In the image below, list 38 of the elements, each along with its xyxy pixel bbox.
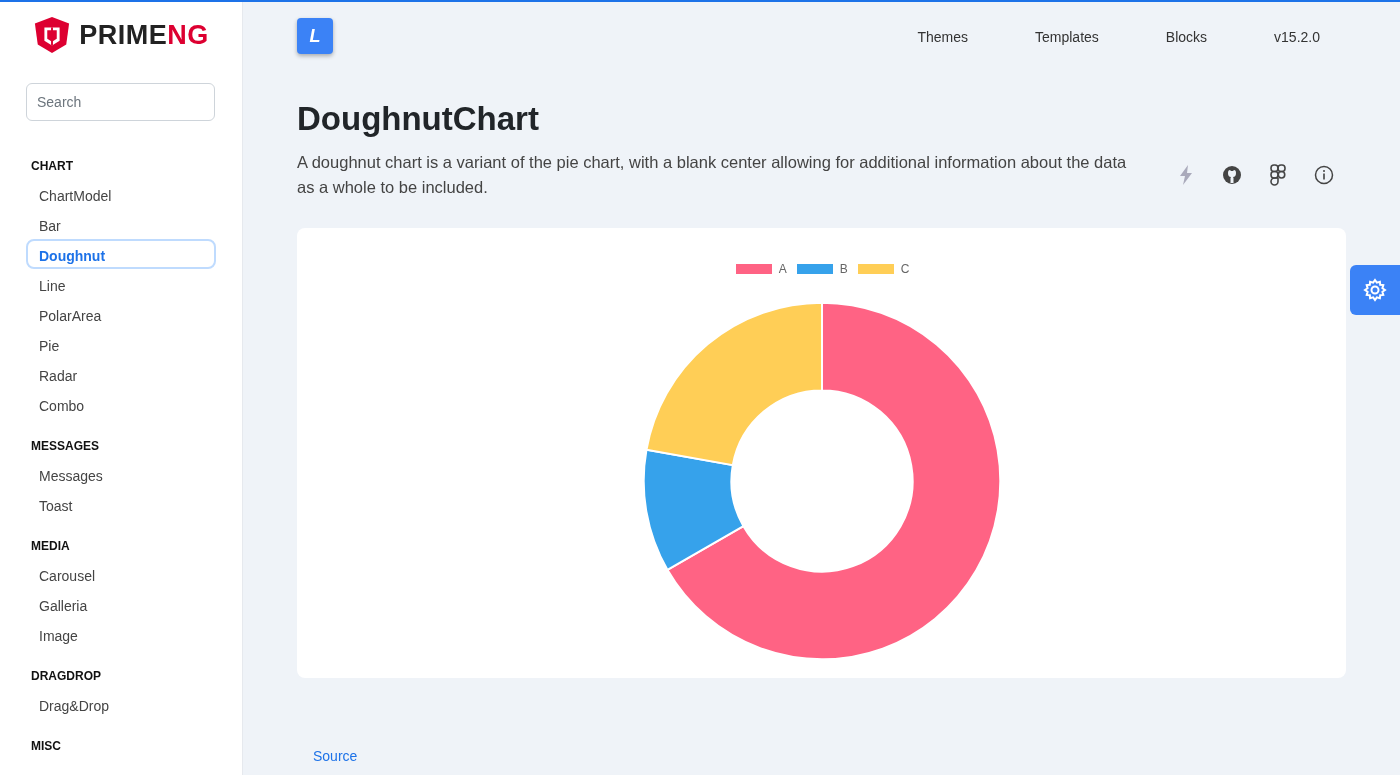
nav-item[interactable]: Drag&Drop	[26, 689, 216, 719]
nav-item[interactable]: Toast	[26, 489, 216, 519]
source-link[interactable]: Source	[313, 748, 1346, 764]
nav-item[interactable]: Messages	[26, 459, 216, 489]
search-field[interactable]: Search	[26, 83, 215, 121]
logo-text: PRIMENG	[79, 19, 209, 51]
section-heading: DRAGDROP	[30, 668, 102, 685]
legend-label: C	[900, 262, 910, 276]
section-heading: MEDIA	[30, 538, 71, 555]
nav-item[interactable]: Doughnut	[26, 239, 216, 269]
logo[interactable]: PRIMENG	[26, 14, 216, 56]
legend-label: B	[839, 262, 848, 276]
topbar-link[interactable]: v15.2.0	[1207, 29, 1320, 45]
page-title: DoughnutChart	[297, 100, 540, 138]
nav-item[interactable]: ChartModel	[26, 179, 216, 209]
nav-item[interactable]: Line	[26, 269, 216, 299]
info-icon[interactable]	[1314, 165, 1334, 185]
nav-item[interactable]: PolarArea	[26, 299, 216, 329]
nav-item[interactable]: Pie	[26, 329, 216, 359]
nav-item[interactable]: Image	[26, 619, 216, 649]
topbar-link[interactable]: Templates	[968, 29, 1099, 45]
nav-item[interactable]: Combo	[26, 389, 216, 419]
topbar-link[interactable]: Blocks	[1098, 29, 1208, 45]
settings-button[interactable]	[1350, 265, 1400, 315]
nav-item[interactable]: Radar	[26, 359, 216, 389]
shield-icon	[33, 16, 72, 54]
nav-item[interactable]: Carousel	[26, 559, 216, 589]
figma-icon[interactable]	[1270, 164, 1286, 186]
section-heading: MISC	[30, 738, 62, 755]
page-description: A doughnut chart is a variant of the pie chart, with a blank center allowing for additional information about the data as a whole to be included.	[297, 152, 1128, 198]
settings-icon	[1363, 278, 1387, 302]
topbar-link[interactable]: Themes	[850, 29, 968, 45]
legend-label: A	[778, 262, 787, 276]
menu-badge[interactable]: L	[297, 18, 333, 54]
section-heading: CHART	[30, 158, 74, 175]
nav-item[interactable]: Bar	[26, 209, 216, 239]
nav-item[interactable]: Galleria	[26, 589, 216, 619]
section-heading: MESSAGES	[30, 438, 100, 455]
